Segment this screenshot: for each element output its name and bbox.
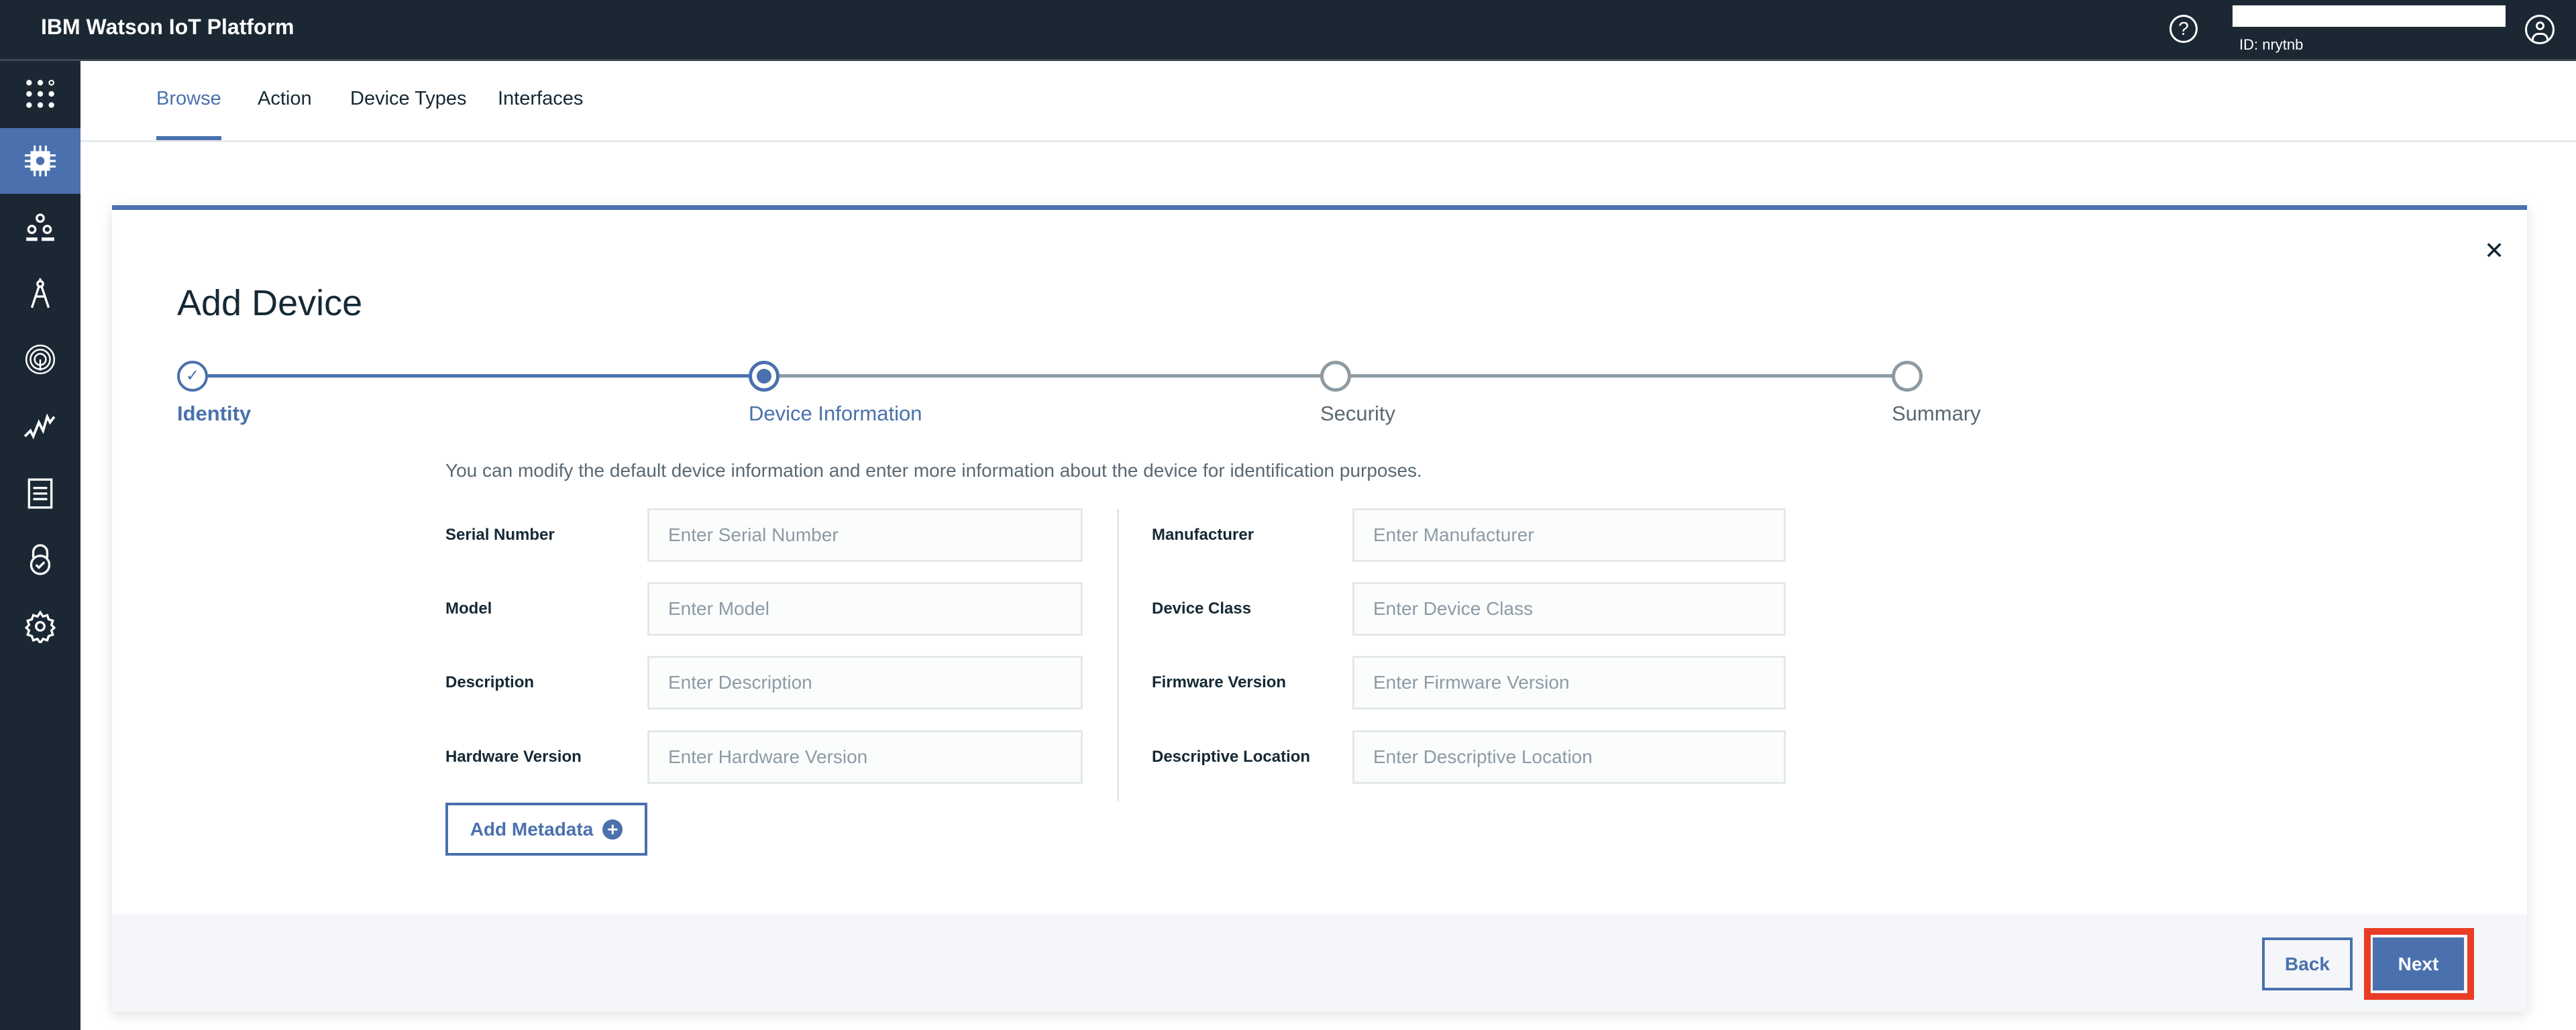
sidebar-item-apps[interactable] [0,61,80,127]
document-icon [28,478,53,509]
column-divider [1117,509,1119,801]
form-description: You can modify the default device inform… [445,460,1422,481]
field-label: Serial Number [445,526,555,544]
description-input[interactable] [647,656,1083,709]
sidebar-item-analytics[interactable] [0,392,80,458]
org-id: ID: nrytnb [2239,36,2304,53]
step-connector [208,374,764,378]
settings-icon [24,610,56,643]
sidebar-item-logs[interactable] [0,461,80,526]
account-name-box [2233,5,2506,27]
members-icon [26,213,54,241]
sidebar-item-members[interactable] [0,195,80,261]
field-label: Model [445,599,492,618]
sidebar-item-rules[interactable] [0,261,80,327]
close-button[interactable]: ✕ [2484,237,2504,265]
step-label-summary: Summary [1892,402,1981,425]
field-label: Firmware Version [1152,673,1287,691]
tab-device-types[interactable]: Device Types [350,88,467,140]
fingerprint-icon [25,344,56,375]
step-current-indicator [749,361,780,392]
chip-icon [25,146,56,176]
next-button[interactable]: Next [2373,937,2464,990]
firmware-version-input[interactable] [1352,656,1786,709]
step-label-device-information: Device Information [749,402,922,425]
app-title: IBM Watson IoT Platform [41,15,294,39]
field-label: Description [445,673,535,691]
back-button[interactable]: Back [2262,937,2353,990]
descriptive-location-input[interactable] [1352,730,1786,784]
top-bar: IBM Watson IoT Platform ? ID: nrytnb [0,0,2576,61]
dialog-footer: Back Next [112,915,2527,1012]
step-label-security: Security [1320,402,1395,425]
tab-bar: Browse Action Device Types Interfaces [80,61,2576,142]
field-label: Device Class [1152,599,1252,618]
tab-action[interactable]: Action [258,88,312,140]
step-pending-indicator [1892,361,1923,392]
add-device-dialog: ✕ Add Device ✓ Identity Device Informati… [112,205,2527,1012]
tab-interfaces[interactable]: Interfaces [498,88,583,140]
field-label: Manufacturer [1152,526,1254,544]
sidebar [0,61,80,1030]
hardware-version-input[interactable] [647,730,1083,784]
help-icon[interactable]: ? [2169,15,2198,43]
sidebar-item-identity[interactable] [0,327,80,392]
sidebar-item-settings[interactable] [0,593,80,659]
step-label-identity[interactable]: Identity [177,402,251,426]
analytics-icon [23,413,56,440]
app-switcher-icon [26,79,55,108]
serial-number-input[interactable] [647,508,1083,562]
model-input[interactable] [647,582,1083,636]
step-connector [780,374,1336,378]
sidebar-item-devices[interactable] [0,128,80,194]
step-connector [1351,374,1907,378]
device-class-input[interactable] [1352,582,1786,636]
add-metadata-label: Add Metadata [470,818,594,840]
add-metadata-button[interactable]: Add Metadata + [445,803,647,856]
compass-icon [30,278,50,308]
plus-circle-icon: + [602,819,623,840]
avatar-icon[interactable] [2525,15,2555,44]
step-pending-indicator [1320,361,1351,392]
dialog-title: Add Device [177,283,363,323]
security-lock-icon [30,544,51,575]
field-label: Hardware Version [445,748,582,766]
step-complete-check-icon: ✓ [177,361,208,392]
tab-browse[interactable]: Browse [156,88,221,140]
field-label: Descriptive Location [1152,748,1311,766]
manufacturer-input[interactable] [1352,508,1786,562]
sidebar-item-security[interactable] [0,526,80,592]
